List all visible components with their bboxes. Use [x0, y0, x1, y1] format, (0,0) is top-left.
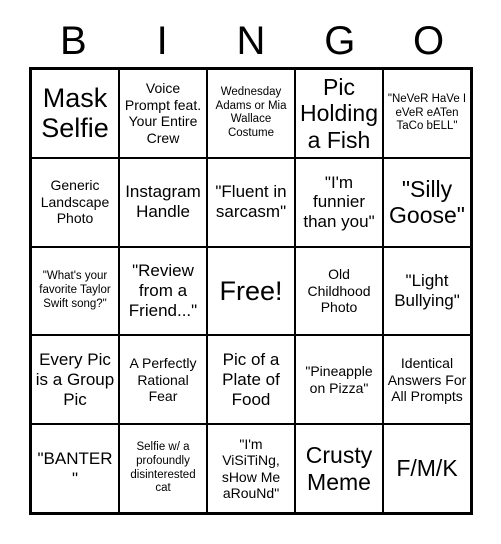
bingo-cell-label: "NeVeR HaVe I eVeR eATen TaCo bELL" — [387, 92, 467, 133]
bingo-cell-label: Every Pic is a Group Pic — [35, 350, 115, 409]
bingo-cell[interactable]: "I'm ViSiTiNg, sHow Me aRouNd" — [208, 425, 294, 512]
bingo-cell-label: Mask Selfie — [41, 83, 109, 144]
bingo-cell[interactable]: "Fluent in sarcasm" — [208, 158, 294, 246]
bingo-cell-label: "What's your favorite Taylor Swift song?… — [39, 270, 111, 310]
bingo-cell-label: "Light Bullying" — [394, 271, 460, 310]
bingo-cell[interactable]: F/M/K — [384, 425, 470, 512]
bingo-cell[interactable]: "BANTER" — [32, 425, 118, 512]
bingo-cell[interactable]: "Pineapple on Pizza" — [296, 336, 382, 424]
header-letter-n: N — [236, 19, 266, 63]
bingo-cell-free[interactable]: Free! — [208, 247, 294, 335]
bingo-cell[interactable]: Generic Landscape Photo — [32, 158, 118, 246]
bingo-cell-label: "I'm ViSiTiNg, sHow Me aRouNd" — [221, 435, 281, 502]
bingo-cell-label: "Pineapple on Pizza" — [305, 363, 373, 396]
header-letter-o: O — [413, 19, 445, 63]
bingo-header: B I N G O — [29, 18, 473, 64]
header-letter-i: I — [156, 19, 168, 63]
bingo-cell-label: A Perfectly Rational Fear — [129, 355, 197, 405]
bingo-cell-label: "Review from a Friend..." — [128, 261, 198, 320]
bingo-cell-label: Crusty Meme — [305, 442, 373, 495]
bingo-cell[interactable]: Instagram Handle — [120, 158, 206, 246]
header-letter-g: G — [324, 19, 356, 63]
bingo-cell[interactable]: Wednesday Adams or Mia Wallace Costume — [208, 70, 294, 157]
bingo-cell-label: Pic of a Plate of Food — [222, 350, 280, 409]
bingo-grid: Mask Selfie Voice Prompt feat. Your Enti… — [29, 67, 473, 515]
bingo-cell[interactable]: Pic Holding a Fish — [296, 70, 382, 157]
bingo-cell[interactable]: Voice Prompt feat. Your Entire Crew — [120, 70, 206, 157]
bingo-cell-label: F/M/K — [396, 455, 458, 482]
bingo-cell[interactable]: Old Childhood Photo — [296, 247, 382, 335]
bingo-cell[interactable]: "NeVeR HaVe I eVeR eATen TaCo bELL" — [384, 70, 470, 157]
bingo-card: B I N G O Mask Selfie Voice Prompt feat.… — [0, 0, 501, 544]
bingo-cell-label: Generic Landscape Photo — [40, 177, 110, 227]
bingo-cell-label: "Silly Goose" — [389, 175, 465, 229]
bingo-cell[interactable]: "What's your favorite Taylor Swift song?… — [32, 247, 118, 335]
bingo-cell-label: Wednesday Adams or Mia Wallace Costume — [215, 85, 287, 140]
bingo-cell[interactable]: Mask Selfie — [32, 70, 118, 157]
bingo-cell[interactable]: Pic of a Plate of Food — [208, 336, 294, 424]
bingo-cell-label: "Fluent in sarcasm" — [215, 182, 287, 222]
bingo-cell-label: Old Childhood Photo — [307, 266, 371, 316]
header-letter-b: B — [60, 19, 87, 63]
bingo-cell-label: Free! — [219, 275, 283, 306]
bingo-cell-label: "BANTER" — [37, 448, 113, 488]
bingo-cell[interactable]: "Silly Goose" — [384, 158, 470, 246]
bingo-cell[interactable]: A Perfectly Rational Fear — [120, 336, 206, 424]
bingo-cell-label: Selfie w/ a profoundly disinterested cat — [130, 441, 196, 495]
bingo-cell[interactable]: "I'm funnier than you" — [296, 158, 382, 246]
bingo-cell[interactable]: Selfie w/ a profoundly disinterested cat — [120, 425, 206, 512]
bingo-cell[interactable]: Crusty Meme — [296, 425, 382, 512]
bingo-cell[interactable]: "Review from a Friend..." — [120, 247, 206, 335]
bingo-cell[interactable]: Every Pic is a Group Pic — [32, 336, 118, 424]
bingo-cell-label: "I'm funnier than you" — [303, 172, 375, 232]
bingo-cell[interactable]: "Light Bullying" — [384, 247, 470, 335]
bingo-cell-label: Pic Holding a Fish — [300, 74, 378, 153]
bingo-cell-label: Identical Answers For All Prompts — [387, 355, 467, 405]
bingo-cell-label: Instagram Handle — [125, 182, 201, 222]
bingo-cell-label: Voice Prompt feat. Your Entire Crew — [124, 80, 202, 146]
bingo-cell[interactable]: Identical Answers For All Prompts — [384, 336, 470, 424]
